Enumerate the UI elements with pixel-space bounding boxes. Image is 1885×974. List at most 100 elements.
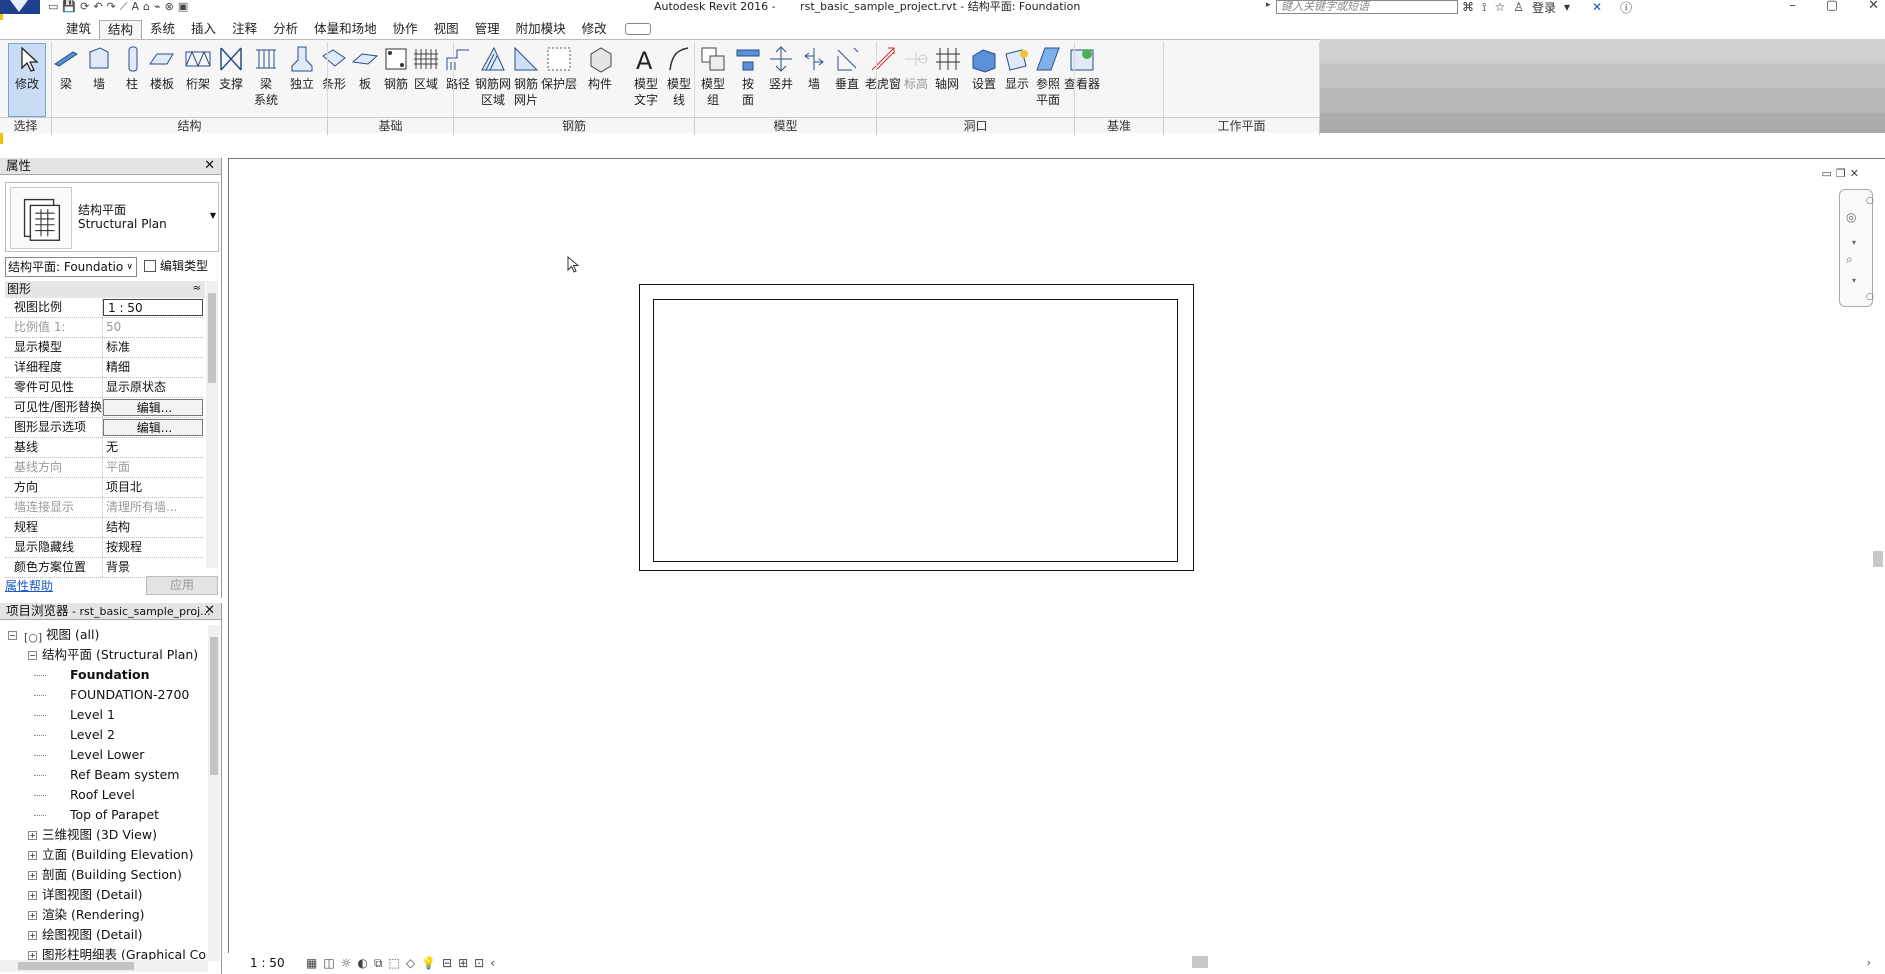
scrollbar-thumb[interactable] [208,293,216,383]
login-link[interactable]: 登录 [1532,0,1556,16]
maximize-button[interactable]: ▢ [1826,0,1838,13]
property-row[interactable]: 可见性/图形替换 编辑... [5,398,203,418]
expand-icon[interactable]: + [28,951,37,960]
property-edit-button[interactable]: 编辑... [103,419,203,436]
tab-5[interactable]: 分析 [265,20,306,39]
ribbon-tool-4[interactable]: 桁架 [180,44,216,92]
ribbon-tool-2[interactable]: 柱 [118,44,146,92]
revit-app-menu-button[interactable] [0,0,40,14]
search-expand-icon[interactable]: ▸ [1266,0,1271,10]
plan-inner-boundary[interactable] [653,299,1178,562]
browser-tree-item[interactable]: + 详图视图 (Detail) [0,885,210,905]
expand-icon[interactable]: + [28,851,37,860]
property-row[interactable]: 零件可见性 显示原状态 [5,378,203,398]
ribbon-panel-label-6[interactable]: 基准 [1075,118,1164,135]
ribbon-tool-9[interactable]: 板 [350,44,380,92]
ribbon-tool-5[interactable]: 支撑 [214,44,248,92]
chevron-down-icon[interactable]: ▾ [1564,0,1570,14]
analytical-model-icon[interactable]: ⊞ [458,956,468,971]
property-row[interactable]: 比例值 1: 50 [5,318,203,338]
exchange-icon[interactable]: ✕ [1592,0,1602,14]
ribbon-tool-19[interactable]: 模型 组 [694,44,732,108]
tab-9[interactable]: 管理 [467,20,508,39]
detail-level-icon[interactable]: ▦ [306,956,317,971]
browser-tree-item[interactable]: − [○] 视图 (all) [0,625,210,645]
tab-1[interactable]: 结构 [99,20,143,39]
drawing-area[interactable]: ▭ ❐ ✕ ○ ◎ ▾ ⌕ ▾ ○ [228,158,1885,974]
chevron-right-icon[interactable]: › [1867,956,1871,969]
worksharing-icon[interactable]: ⊟ [442,956,452,971]
restore-view-button[interactable]: ❐ [1836,167,1846,180]
scrollbar-thumb[interactable] [18,962,134,970]
browser-tree-item[interactable]: Level Lower [0,745,210,765]
horizontal-scrollbar-thumb[interactable] [1192,956,1208,968]
close-hidden-icon[interactable]: ⊗ [165,1,174,13]
property-row[interactable]: 墙连接显示 清理所有墙... [5,498,203,518]
property-value[interactable]: 项目北 [103,478,203,497]
property-row[interactable]: 基线无 [5,438,203,458]
apply-button[interactable]: 应用 [146,576,218,595]
tab-2[interactable]: 系统 [142,20,183,39]
browser-tree-item[interactable]: + 渲染 (Rendering) [0,905,210,925]
browser-tree-item[interactable]: Roof Level [0,785,210,805]
property-value[interactable]: 标准 [103,338,203,357]
instance-filter-select[interactable]: 结构平面: Foundatio ∨ [5,257,137,277]
ribbon-tool-20[interactable]: 按 面 [731,44,765,108]
ribbon-tool-14[interactable]: 钢筋 网片 [509,44,543,108]
browser-tree-item[interactable]: + 三维视图 (3D View) [0,825,210,845]
chevron-down-icon[interactable]: ▾ [1852,238,1856,247]
scrollbar-thumb[interactable] [210,637,218,775]
chevron-left-icon[interactable]: ‹ [490,956,495,971]
switch-windows-icon[interactable]: ▣ [178,1,188,13]
ribbon-tool-29[interactable]: 参照 平面 [1030,44,1066,108]
open-icon[interactable]: ▭ [48,1,58,13]
ribbon-tool-6[interactable]: 梁 系统 [248,44,284,108]
expand-icon[interactable]: + [28,891,37,900]
ribbon-tool-28[interactable]: 显示 [1000,44,1034,92]
property-row[interactable]: 视图比例 1 : 50 [5,298,203,318]
property-row[interactable]: 详细程度 精细 [5,358,203,378]
minimize-button[interactable]: – [1789,0,1796,13]
browser-tree-item[interactable]: Level 2 [0,725,210,745]
ribbon-tool-27[interactable]: 设置 [967,44,1001,92]
properties-scrollbar[interactable] [206,281,218,568]
ribbon-tool-24[interactable]: 老虎窗 [862,44,904,92]
ribbon-panel-label-1[interactable]: 结构 [52,118,328,135]
close-window-button[interactable]: ✕ [1868,0,1879,13]
ribbon-tool-10[interactable]: 钢筋 [380,44,412,92]
3d-view-icon[interactable]: ⌂ [143,1,150,13]
property-row[interactable]: 基线方向 平面 [5,458,203,478]
tab-8[interactable]: 视图 [426,20,467,39]
reveal-hidden-icon[interactable]: 💡 [421,956,436,971]
tab-4[interactable]: 注释 [224,20,265,39]
sync-icon[interactable]: ⟳ [80,1,89,13]
expand-icon[interactable]: + [28,831,37,840]
ribbon-tool-22[interactable]: 墙 [797,44,831,92]
tab-10[interactable]: 附加模块 [508,20,574,39]
ribbon-tool-8[interactable]: 条形 [317,44,351,92]
ribbon-tool-7[interactable]: 独立 [285,44,319,92]
browser-horizontal-scrollbar[interactable] [0,960,208,972]
expand-icon[interactable]: + [28,931,37,940]
browser-tree-item[interactable]: FOUNDATION-2700 [0,685,210,705]
ribbon-panel-label-4[interactable]: 模型 [695,118,877,135]
property-row[interactable]: 方向 项目北 [5,478,203,498]
temporary-hide-icon[interactable]: ◇ [406,956,415,971]
chevron-down-icon[interactable]: ▼ [210,211,216,220]
browser-tree-item[interactable]: + 立面 (Building Elevation) [0,845,210,865]
close-icon[interactable]: ○ [1866,196,1874,206]
tab-0[interactable]: 建筑 [58,20,99,39]
browser-tree-item[interactable]: Top of Parapet [0,805,210,825]
property-value[interactable]: 无 [103,438,203,457]
star-icon[interactable]: ☆ [1494,0,1505,14]
browser-tree-item[interactable]: Ref Beam system [0,765,210,785]
ribbon-tool-25[interactable]: 标高 [899,44,933,92]
ribbon-tool-30[interactable]: 查看器 [1062,44,1102,92]
browser-scrollbar[interactable] [208,625,220,961]
view-scale[interactable]: 1 : 50 [250,956,285,970]
property-value[interactable]: 精细 [103,358,203,377]
search-input[interactable]: 键入关键字或短语 [1276,0,1458,14]
ribbon-tool-11[interactable]: 区域 [410,44,442,92]
tab-7[interactable]: 协作 [385,20,426,39]
shadows-icon[interactable]: ◐ [357,956,367,971]
